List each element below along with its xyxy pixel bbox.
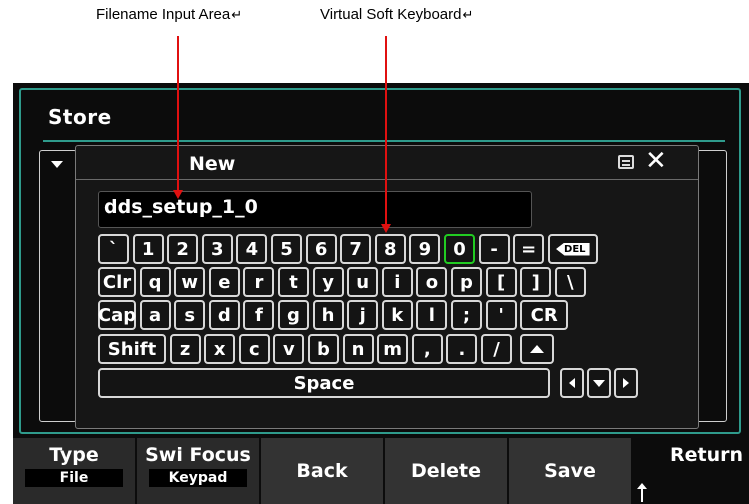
arrow-down-icon: [593, 379, 605, 387]
key-slash[interactable]: /: [481, 334, 512, 364]
key-i[interactable]: i: [381, 267, 413, 297]
del-icon: DEL: [556, 242, 590, 256]
key-f[interactable]: f: [243, 300, 275, 330]
return-mark: ↵: [462, 7, 474, 22]
key-j[interactable]: j: [347, 300, 379, 330]
focus-value: Keypad: [149, 469, 247, 487]
key-arrow-up[interactable]: [519, 334, 554, 364]
key-shift[interactable]: Shift: [98, 334, 166, 364]
key-arrow-left[interactable]: [560, 368, 584, 398]
key-3[interactable]: 3: [201, 234, 233, 264]
close-icon[interactable]: ✕: [645, 148, 667, 174]
arrow-left-icon: [569, 378, 575, 388]
key-6[interactable]: 6: [305, 234, 337, 264]
key-4[interactable]: 4: [236, 234, 268, 264]
type-softkey[interactable]: Type File: [13, 438, 135, 504]
key-comma[interactable]: ,: [411, 334, 443, 364]
pointer-line-keyboard: [385, 36, 387, 226]
key-a[interactable]: a: [139, 300, 171, 330]
pointer-line-filename: [177, 36, 179, 192]
key-arrow-right[interactable]: [614, 368, 638, 398]
pointer-head-filename: [173, 190, 183, 199]
instrument-screen: Store New ✕ dds_setup_1_0 ` 1 2 3 4 5 6 7 8 9 0- = D…: [13, 83, 749, 504]
type-value: File: [25, 469, 123, 487]
key-left-bracket[interactable]: [: [485, 267, 517, 297]
title-divider: [43, 140, 725, 142]
save-softkey[interactable]: Save: [509, 438, 631, 504]
key-v[interactable]: v: [273, 334, 305, 364]
key-cr[interactable]: CR: [520, 300, 569, 330]
key-e[interactable]: e: [208, 267, 240, 297]
key-d[interactable]: d: [208, 300, 240, 330]
return-arrow-icon: [637, 483, 647, 502]
key-l[interactable]: l: [416, 300, 448, 330]
callout-virtual-soft-keyboard: Virtual Soft Keyboard↵: [320, 6, 474, 23]
key-backtick[interactable]: `: [98, 234, 129, 264]
back-softkey[interactable]: Back: [261, 438, 383, 504]
key-1[interactable]: 1: [132, 234, 164, 264]
key-c[interactable]: c: [238, 334, 270, 364]
key-semicolon[interactable]: ;: [451, 300, 482, 330]
pointer-head-keyboard: [381, 224, 391, 233]
key-minus[interactable]: -: [478, 234, 510, 264]
key-r[interactable]: r: [243, 267, 275, 297]
dropdown-arrow-icon[interactable]: [51, 161, 63, 168]
key-space[interactable]: Space: [98, 368, 550, 398]
filename-input[interactable]: dds_setup_1_0: [98, 191, 532, 228]
return-softkey[interactable]: Return: [633, 438, 749, 504]
arrow-up-icon: [529, 345, 544, 353]
key-8[interactable]: 8: [374, 234, 406, 264]
key-q[interactable]: q: [139, 267, 171, 297]
key-period[interactable]: .: [446, 334, 478, 364]
key-y[interactable]: y: [312, 267, 344, 297]
key-arrow-down[interactable]: [587, 368, 611, 398]
key-0[interactable]: 0: [444, 234, 475, 264]
softkey-bar: Type File Swi Focus Keypad Back Delete S…: [13, 438, 749, 504]
key-m[interactable]: m: [377, 334, 409, 364]
key-b[interactable]: b: [308, 334, 339, 364]
dialog-title: New: [189, 153, 236, 175]
key-cap[interactable]: Cap: [98, 300, 136, 330]
key-9[interactable]: 9: [409, 234, 441, 264]
key-g[interactable]: g: [278, 300, 309, 330]
key-w[interactable]: w: [174, 267, 206, 297]
key-2[interactable]: 2: [167, 234, 199, 264]
key-clr[interactable]: Clr: [98, 267, 136, 297]
key-7[interactable]: 7: [340, 234, 372, 264]
key-k[interactable]: k: [381, 300, 413, 330]
delete-softkey[interactable]: Delete: [385, 438, 507, 504]
switch-focus-softkey[interactable]: Swi Focus Keypad: [137, 438, 259, 504]
key-z[interactable]: z: [169, 334, 201, 364]
key-x[interactable]: x: [204, 334, 236, 364]
key-s[interactable]: s: [174, 300, 206, 330]
arrow-right-icon: [623, 378, 629, 388]
key-n[interactable]: n: [342, 334, 374, 364]
key-del[interactable]: DEL: [547, 234, 598, 264]
return-mark: ↵: [231, 7, 243, 22]
dialog-divider: [76, 179, 698, 180]
key-t[interactable]: t: [278, 267, 309, 297]
key-p[interactable]: p: [451, 267, 482, 297]
key-o[interactable]: o: [416, 267, 448, 297]
key-quote[interactable]: ': [485, 300, 517, 330]
new-file-dialog: New ✕ dds_setup_1_0 ` 1 2 3 4 5 6 7 8 9 0- = DEL Clr q…: [75, 145, 699, 429]
key-u[interactable]: u: [347, 267, 379, 297]
key-5[interactable]: 5: [271, 234, 302, 264]
callout-filename-input-area: Filename Input Area↵: [96, 6, 243, 23]
key-right-bracket[interactable]: ]: [520, 267, 552, 297]
store-title: Store: [48, 105, 112, 129]
key-h[interactable]: h: [312, 300, 344, 330]
left-side-panel: [39, 150, 77, 422]
menu-icon[interactable]: [618, 155, 634, 169]
key-equals[interactable]: =: [513, 234, 545, 264]
key-backslash[interactable]: \: [554, 267, 586, 297]
